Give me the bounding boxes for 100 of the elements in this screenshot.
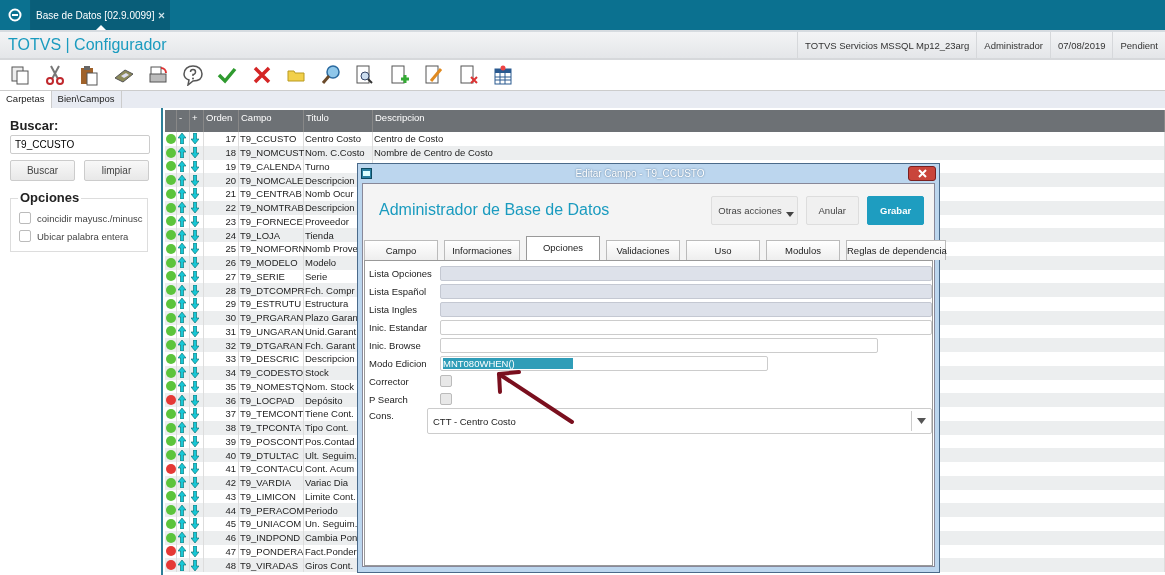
move-up-icon[interactable]: [178, 367, 186, 379]
move-down-icon[interactable]: [191, 504, 199, 516]
move-up-icon[interactable]: [178, 174, 186, 186]
dialog-tab[interactable]: Opciones: [526, 236, 600, 260]
printer-icon[interactable]: [147, 64, 169, 86]
move-up-icon[interactable]: [178, 559, 186, 571]
move-up-icon[interactable]: [178, 229, 186, 241]
move-down-icon[interactable]: [191, 408, 199, 420]
move-down-icon[interactable]: [191, 298, 199, 310]
move-down-icon[interactable]: [191, 353, 199, 365]
checkbox[interactable]: [19, 230, 31, 242]
move-up-icon[interactable]: [178, 518, 186, 530]
move-down-icon[interactable]: [191, 477, 199, 489]
move-up-icon[interactable]: [178, 202, 186, 214]
move-down-icon[interactable]: [191, 215, 199, 227]
dialog-tab[interactable]: Reglas de dependencia: [846, 240, 946, 260]
clipboard-icon[interactable]: [78, 64, 100, 86]
add-document-icon[interactable]: [388, 64, 411, 86]
move-up-icon[interactable]: [178, 257, 186, 269]
column-header[interactable]: Campo: [239, 110, 304, 132]
search-field[interactable]: T9_CCUSTO: [10, 135, 150, 154]
move-down-icon[interactable]: [191, 312, 199, 324]
move-up-icon[interactable]: [178, 339, 186, 351]
edit-document-icon[interactable]: [423, 64, 445, 86]
move-up-icon[interactable]: [178, 449, 186, 461]
move-down-icon[interactable]: [191, 202, 199, 214]
move-down-icon[interactable]: [191, 160, 199, 172]
move-up-icon[interactable]: [178, 147, 186, 159]
move-down-icon[interactable]: [191, 133, 199, 145]
dialog-tab[interactable]: Validaciones: [606, 240, 680, 260]
move-up-icon[interactable]: [178, 477, 186, 489]
move-up-icon[interactable]: [178, 312, 186, 324]
move-down-icon[interactable]: [191, 449, 199, 461]
move-down-icon[interactable]: [191, 367, 199, 379]
move-down-icon[interactable]: [191, 229, 199, 241]
move-down-icon[interactable]: [191, 532, 199, 544]
column-header[interactable]: -: [177, 110, 190, 132]
move-up-icon[interactable]: [178, 435, 186, 447]
move-down-icon[interactable]: [191, 243, 199, 255]
checkbox[interactable]: [19, 212, 31, 224]
move-up-icon[interactable]: [178, 133, 186, 145]
move-down-icon[interactable]: [191, 559, 199, 571]
move-up-icon[interactable]: [178, 408, 186, 420]
move-up-icon[interactable]: [178, 490, 186, 502]
move-down-icon[interactable]: [191, 257, 199, 269]
move-up-icon[interactable]: [178, 532, 186, 544]
move-down-icon[interactable]: [191, 490, 199, 502]
column-header[interactable]: Titulo: [304, 110, 373, 132]
search-panel-button[interactable]: limpiar: [84, 160, 149, 181]
dialog-tab[interactable]: Modulos: [766, 240, 840, 260]
move-up-icon[interactable]: [178, 422, 186, 434]
search-icon[interactable]: [319, 64, 342, 86]
help-icon[interactable]: [181, 64, 204, 86]
dialog-tab[interactable]: Campo: [364, 240, 438, 260]
move-down-icon[interactable]: [191, 284, 199, 296]
move-down-icon[interactable]: [191, 174, 199, 186]
dialog-tab[interactable]: Informaciones: [444, 240, 520, 260]
calendar-icon[interactable]: [492, 64, 514, 86]
move-down-icon[interactable]: [191, 394, 199, 406]
column-header[interactable]: +: [190, 110, 204, 132]
move-up-icon[interactable]: [178, 394, 186, 406]
move-down-icon[interactable]: [191, 435, 199, 447]
delete-document-icon[interactable]: [457, 64, 480, 86]
copy-icon[interactable]: [9, 64, 31, 86]
move-down-icon[interactable]: [191, 339, 199, 351]
move-down-icon[interactable]: [191, 188, 199, 200]
folder-tab[interactable]: Carpetas: [0, 91, 52, 108]
app-tab[interactable]: Base de Datos [02.9.0099]: [31, 0, 171, 30]
move-up-icon[interactable]: [178, 270, 186, 282]
move-down-icon[interactable]: [191, 422, 199, 434]
move-up-icon[interactable]: [178, 284, 186, 296]
dropdown[interactable]: CTT - Centro Costo: [427, 408, 932, 434]
move-up-icon[interactable]: [178, 545, 186, 557]
input-field[interactable]: [440, 337, 878, 353]
close-icon[interactable]: [158, 11, 166, 19]
input-field[interactable]: [440, 319, 932, 335]
search-panel-button[interactable]: Buscar: [10, 160, 75, 181]
dialog-tab[interactable]: Uso: [686, 240, 760, 260]
close-button[interactable]: [908, 166, 936, 181]
move-up-icon[interactable]: [178, 243, 186, 255]
move-up-icon[interactable]: [178, 325, 186, 337]
move-up-icon[interactable]: [178, 160, 186, 172]
move-up-icon[interactable]: [178, 463, 186, 475]
more-actions-button[interactable]: Otras acciones: [710, 195, 798, 225]
move-down-icon[interactable]: [191, 380, 199, 392]
move-down-icon[interactable]: [191, 325, 199, 337]
move-down-icon[interactable]: [191, 545, 199, 557]
move-up-icon[interactable]: [178, 215, 186, 227]
column-header[interactable]: Orden: [204, 110, 239, 132]
move-down-icon[interactable]: [191, 270, 199, 282]
scissors-icon[interactable]: [43, 64, 66, 86]
folder-tab[interactable]: Bien\Campos: [51, 91, 122, 108]
move-up-icon[interactable]: [178, 298, 186, 310]
move-down-icon[interactable]: [191, 518, 199, 530]
move-up-icon[interactable]: [178, 504, 186, 516]
move-up-icon[interactable]: [178, 188, 186, 200]
move-down-icon[interactable]: [191, 147, 199, 159]
cancel-button[interactable]: Anular: [805, 195, 859, 225]
move-down-icon[interactable]: [191, 463, 199, 475]
move-up-icon[interactable]: [178, 353, 186, 365]
